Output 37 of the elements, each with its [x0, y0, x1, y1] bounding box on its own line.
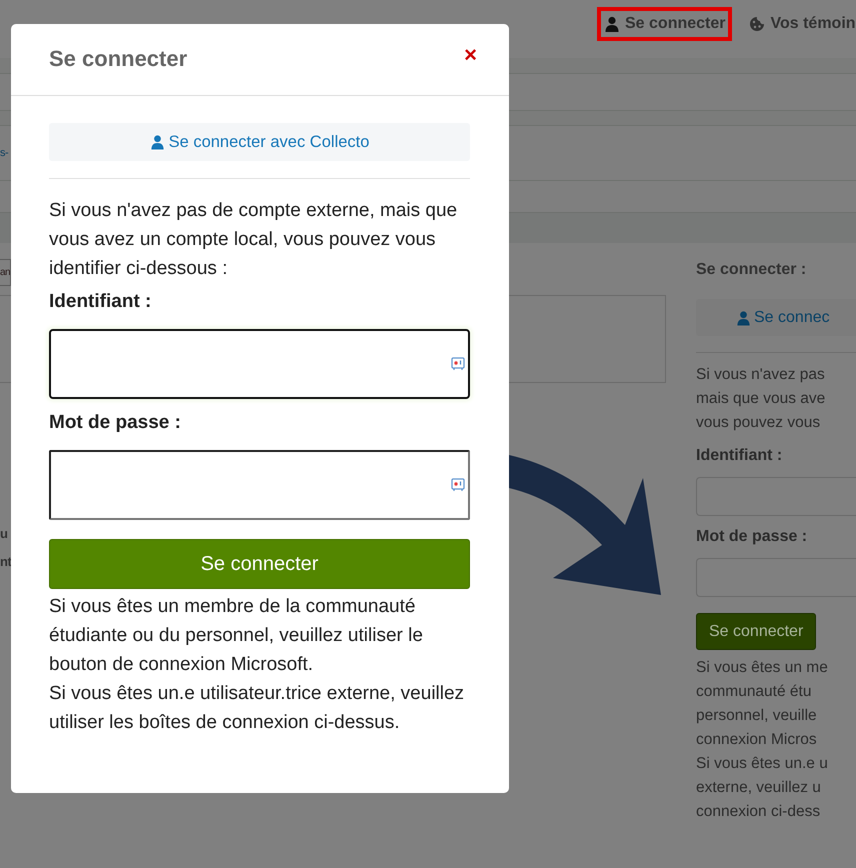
login-button[interactable]: Se connecter	[49, 539, 470, 589]
field-label: Identifiant :	[696, 447, 784, 465]
help-text: Si vous êtes un.e utilisateur.trice externe, veuillez utiliser les boîtes de connexion ci-dessus.	[49, 682, 466, 735]
help-text: Si vous êtes un.e u	[696, 754, 829, 774]
help-text: personnel, veuille	[696, 706, 818, 726]
sso-button[interactable]: Se connecter avec Collecto	[49, 123, 470, 161]
help-text: connexion ci-dess	[696, 802, 822, 822]
sso-button[interactable]: Se connec	[696, 299, 856, 336]
heading-fragment: nt	[0, 553, 12, 571]
help-text: Si vous êtes un me	[696, 658, 829, 678]
dialog-title: Se connecter	[49, 46, 188, 72]
sidebar-title: Se connecter :	[696, 261, 808, 279]
close-button[interactable]: ×	[464, 46, 477, 64]
field-label: Mot de passe :	[696, 528, 808, 546]
user-icon	[150, 134, 165, 150]
help-text: connexion Micros	[696, 730, 818, 750]
header-link[interactable]: Se connecter	[604, 13, 726, 35]
input-field[interactable]	[49, 450, 470, 520]
heading-fragment: u	[0, 525, 8, 543]
help-text: communauté étu	[696, 682, 812, 702]
intro-text: Si vous n'avez pas de compte externe, mais que vous avez un compte local, vous pouvez vous identifier ci-dessous :	[49, 199, 458, 281]
input-field[interactable]	[49, 329, 470, 399]
header-link[interactable]: Vos témoin	[749, 13, 856, 35]
password-manager-icon	[451, 357, 465, 371]
help-text: externe, veuillez u	[696, 778, 822, 798]
intro-text: vous pouvez vous	[696, 413, 822, 433]
intro-text: mais que vous ave	[696, 389, 826, 409]
field-label: Identifiant :	[49, 291, 152, 313]
login-button[interactable]: Se connecter	[696, 613, 816, 650]
password-manager-icon	[451, 478, 465, 492]
intro-text: Si vous n'avez pas	[696, 365, 826, 385]
help-text: Si vous êtes un membre de la communauté étudiante ou du personnel, veuillez utiliser le bouton de connexion Microsoft.	[49, 595, 424, 677]
user-icon	[736, 310, 751, 326]
field-label: Mot de passe :	[49, 412, 182, 434]
user-icon	[604, 16, 620, 32]
breadcrumb-text[interactable]: s-	[0, 147, 8, 159]
cookie-icon	[749, 16, 766, 32]
